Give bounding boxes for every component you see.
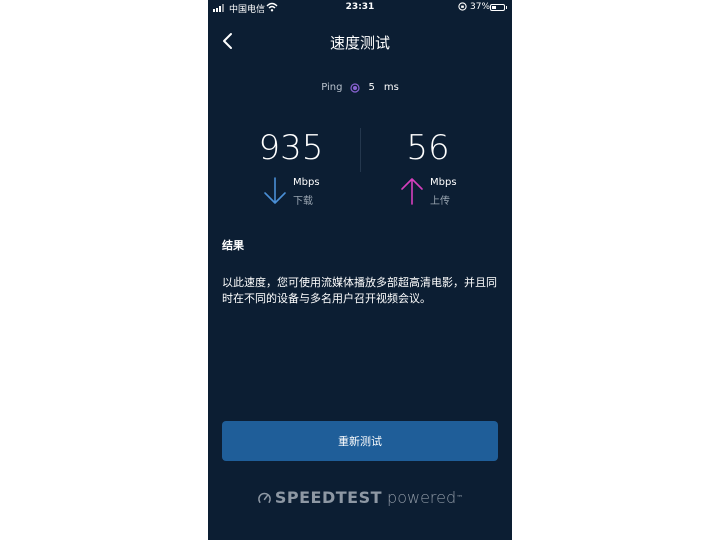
ping-value: 5 xyxy=(368,82,375,93)
upload-unit: Mbps xyxy=(430,177,457,188)
speedtest-brand: SPEEDTEST xyxy=(274,488,383,507)
status-bar: 中国电信 23:31 37% xyxy=(208,0,512,16)
ping-label: Ping xyxy=(321,82,343,93)
download-label: 下载 xyxy=(293,196,313,207)
arrow-down-icon xyxy=(264,177,286,204)
download-unit: Mbps xyxy=(293,177,320,188)
speedometer-icon xyxy=(258,492,271,503)
download-speed-value: 935 xyxy=(258,128,324,168)
ping-row: Ping 5 ms xyxy=(208,82,512,93)
battery-percent: 37% xyxy=(470,2,491,12)
orientation-lock-icon xyxy=(458,2,467,14)
ping-unit: ms xyxy=(383,82,399,93)
results-heading: 结果 xyxy=(222,239,244,252)
app-screen: 中国电信 23:31 37% 速度测试 Ping 5 ms 935 56 Mbp… xyxy=(208,0,512,540)
battery-level-fill xyxy=(492,6,496,9)
battery-icon xyxy=(490,4,507,11)
arrow-up-icon xyxy=(401,178,423,205)
speed-divider xyxy=(360,128,361,172)
powered-text: powered xyxy=(387,488,457,507)
results-description: 以此速度，您可使用流媒体播放多部超高清电影，并且同时在不同的设备与多名用户召开视… xyxy=(222,276,497,305)
upload-speed-value: 56 xyxy=(406,128,450,168)
retest-button-label: 重新测试 xyxy=(338,435,382,448)
ping-icon xyxy=(350,82,361,93)
speedtest-powered-logo: SPEEDTEST powered ™ xyxy=(208,488,512,507)
retest-button[interactable]: 重新测试 xyxy=(222,421,498,461)
page-title: 速度测试 xyxy=(329,34,390,52)
upload-label: 上传 xyxy=(430,196,450,207)
